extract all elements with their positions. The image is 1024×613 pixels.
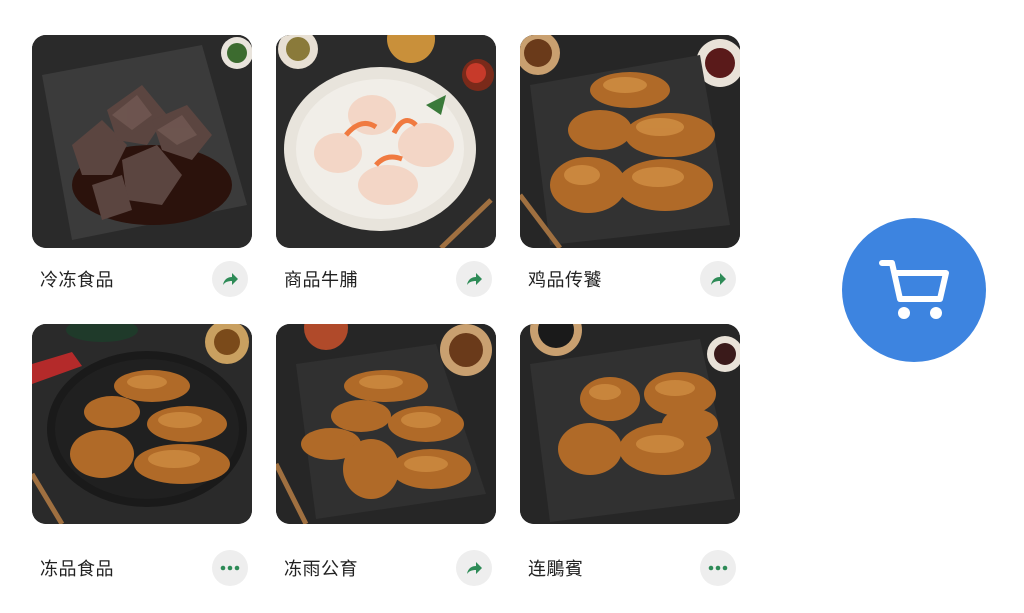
product-caption: 连鵰賓 — [520, 546, 740, 590]
share-arrow-icon — [223, 273, 238, 285]
share-arrow-icon — [467, 273, 482, 285]
product-name: 鸡品传饕 — [528, 270, 602, 291]
share-arrow-icon — [711, 273, 726, 285]
share-button[interactable] — [456, 550, 492, 586]
product-caption: 冻品食品 — [32, 546, 252, 590]
product-caption: 冷冻食品 — [32, 257, 252, 301]
product-image-chicken-wings[interactable] — [520, 35, 740, 248]
share-arrow-icon — [467, 562, 482, 574]
more-button[interactable] — [700, 550, 736, 586]
share-button[interactable] — [212, 261, 248, 297]
product-name: 商品牛脯 — [284, 270, 358, 291]
product-grid: 冷冻食品 商品牛脯 鸡品传饕 冻品食品 冻雨公育 连鵰賓 — [32, 35, 740, 613]
product-image-wings-square-plate[interactable] — [276, 324, 496, 524]
product-name: 连鵰賓 — [528, 559, 584, 580]
product-card[interactable]: 商品牛脯 — [276, 35, 496, 324]
product-card[interactable]: 连鵰賓 — [520, 324, 740, 613]
product-caption: 商品牛脯 — [276, 257, 496, 301]
product-image-wings-dark-plate[interactable] — [520, 324, 740, 524]
product-panel: 冷冻食品 商品牛脯 鸡品传饕 冻品食品 冻雨公育 连鵰賓 — [0, 0, 1024, 586]
more-button[interactable] — [212, 550, 248, 586]
cart-button[interactable] — [842, 218, 986, 362]
product-caption: 鸡品传饕 — [520, 257, 740, 301]
product-image-shrimp-dumplings[interactable] — [276, 35, 496, 248]
shopping-cart-icon — [879, 260, 949, 319]
more-dots-icon — [708, 565, 728, 571]
product-card[interactable]: 冷冻食品 — [32, 35, 252, 324]
product-name: 冻品食品 — [40, 559, 114, 580]
product-image-dumplings[interactable] — [32, 35, 252, 248]
product-caption: 冻雨公育 — [276, 546, 496, 590]
share-button[interactable] — [700, 261, 736, 297]
share-button[interactable] — [456, 261, 492, 297]
product-image-wings-round-plate[interactable] — [32, 324, 252, 524]
product-name: 冻雨公育 — [284, 559, 358, 580]
product-card[interactable]: 冻雨公育 — [276, 324, 496, 613]
more-dots-icon — [220, 565, 240, 571]
product-card[interactable]: 冻品食品 — [32, 324, 252, 613]
product-card[interactable]: 鸡品传饕 — [520, 35, 740, 324]
product-name: 冷冻食品 — [40, 270, 114, 291]
